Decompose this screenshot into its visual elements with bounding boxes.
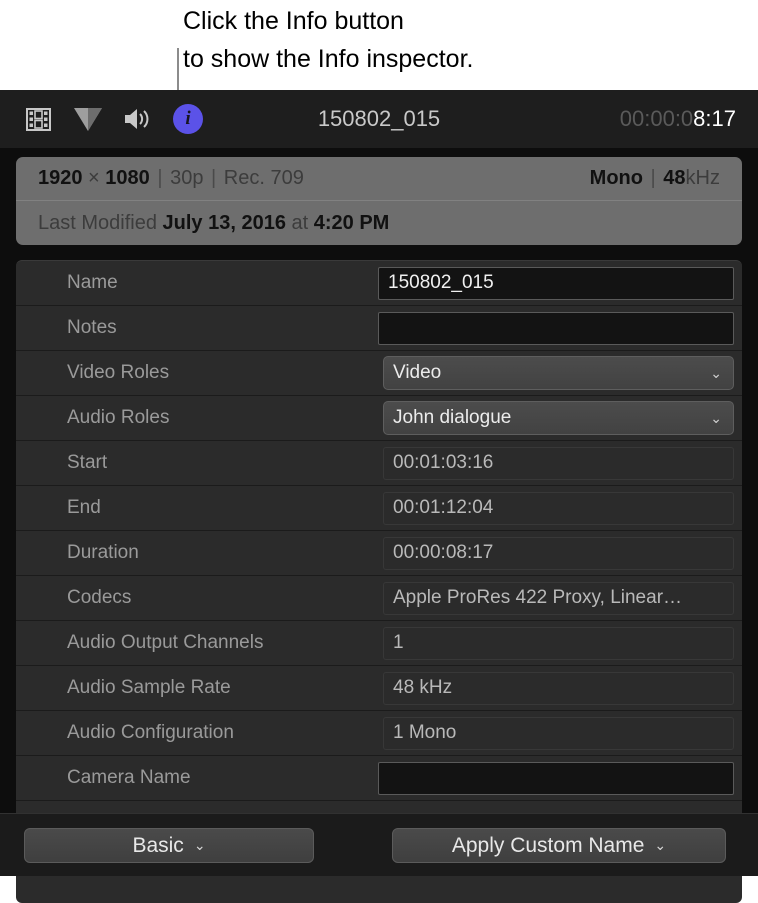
property-row-audio-roles: Audio Roles John dialogue ⌄ bbox=[16, 396, 742, 441]
audio-roles-dropdown[interactable]: John dialogue ⌄ bbox=[383, 401, 734, 435]
property-label: Start bbox=[16, 452, 370, 474]
property-label: Name bbox=[16, 272, 370, 294]
audio-format-summary: Mono | 48kHz bbox=[590, 167, 720, 190]
property-value: 1 bbox=[370, 627, 742, 660]
chevron-down-icon: ⌄ bbox=[194, 837, 206, 854]
format-separator-2: | bbox=[203, 167, 223, 189]
codecs-field[interactable]: Apple ProRes 422 Proxy, Linear… bbox=[383, 582, 734, 615]
name-input[interactable]: 150802_015 bbox=[378, 267, 734, 300]
last-modified-time: 4:20 PM bbox=[314, 212, 390, 234]
property-label: Video Roles bbox=[16, 362, 370, 384]
metadata-modified-row: Last Modified July 13, 2016 at 4:20 PM bbox=[16, 201, 742, 245]
notes-input[interactable] bbox=[378, 312, 734, 345]
property-value: 00:01:12:04 bbox=[370, 492, 742, 525]
property-value: 00:01:03:16 bbox=[370, 447, 742, 480]
property-label: End bbox=[16, 497, 370, 519]
property-value: 1 Mono bbox=[370, 717, 742, 750]
property-label: Audio Roles bbox=[16, 407, 370, 429]
sample-rate-number: 48 bbox=[663, 167, 685, 189]
property-value: 48 kHz bbox=[370, 672, 742, 705]
property-value: 150802_015 bbox=[370, 267, 742, 300]
property-row-name: Name 150802_015 bbox=[16, 261, 742, 306]
video-roles-selected-value: Video bbox=[393, 362, 441, 384]
property-label: Notes bbox=[16, 317, 370, 339]
sample-rate-unit: kHz bbox=[686, 167, 720, 189]
property-row-codecs: Codecs Apple ProRes 422 Proxy, Linear… bbox=[16, 576, 742, 621]
property-row-camera-name: Camera Name bbox=[16, 756, 742, 801]
chevron-down-icon: ⌄ bbox=[710, 365, 724, 382]
resolution-multiply: × bbox=[83, 167, 106, 189]
info-inspector-window: i 150802_015 00:00:08:17 1920 × 1080 | 3… bbox=[0, 90, 758, 876]
chevron-down-icon: ⌄ bbox=[710, 410, 724, 427]
camera-name-input[interactable] bbox=[378, 762, 734, 795]
duration-timecode-field[interactable]: 00:00:08:17 bbox=[383, 537, 734, 570]
property-value: Video ⌄ bbox=[370, 356, 742, 390]
property-value bbox=[370, 312, 742, 345]
inspector-bottom-bar: Basic ⌄ Apply Custom Name ⌄ bbox=[0, 813, 758, 876]
callout-line-2: to show the Info inspector. bbox=[183, 40, 473, 78]
last-modified-label: Last Modified bbox=[38, 212, 163, 234]
chevron-down-icon: ⌄ bbox=[654, 837, 666, 854]
property-row-audio-configuration: Audio Configuration 1 Mono bbox=[16, 711, 742, 756]
start-timecode-field[interactable]: 00:01:03:16 bbox=[383, 447, 734, 480]
info-property-list: Name 150802_015 Notes Video Roles Video … bbox=[16, 260, 742, 903]
property-value: 00:00:08:17 bbox=[370, 537, 742, 570]
clip-metadata-band: 1920 × 1080 | 30p | Rec. 709 Mono | 48kH… bbox=[16, 157, 742, 245]
property-label: Camera Name bbox=[16, 767, 370, 789]
audio-configuration-field[interactable]: 1 Mono bbox=[383, 717, 734, 750]
last-modified-at: at bbox=[286, 212, 314, 234]
property-label: Audio Output Channels bbox=[16, 632, 370, 654]
audio-channel-mode: Mono bbox=[590, 167, 643, 189]
inspector-toolbar: i 150802_015 00:00:08:17 bbox=[0, 90, 758, 148]
metadata-view-label: Basic bbox=[132, 834, 183, 858]
color-space: Rec. 709 bbox=[224, 167, 304, 189]
property-label: Codecs bbox=[16, 587, 370, 609]
last-modified-date: July 13, 2016 bbox=[163, 212, 286, 234]
apply-custom-name-button[interactable]: Apply Custom Name ⌄ bbox=[392, 828, 726, 863]
property-value: John dialogue ⌄ bbox=[370, 401, 742, 435]
resolution-width: 1920 bbox=[38, 167, 83, 189]
property-row-notes: Notes bbox=[16, 306, 742, 351]
property-value bbox=[370, 762, 742, 795]
callout-annotation: Click the Info button to show the Info i… bbox=[0, 0, 758, 90]
timecode-display[interactable]: 00:00:08:17 bbox=[620, 90, 736, 148]
property-row-audio-output-channels: Audio Output Channels 1 bbox=[16, 621, 742, 666]
property-label: Audio Configuration bbox=[16, 722, 370, 744]
end-timecode-field[interactable]: 00:01:12:04 bbox=[383, 492, 734, 525]
last-modified-summary: Last Modified July 13, 2016 at 4:20 PM bbox=[38, 212, 720, 235]
property-row-audio-sample-rate: Audio Sample Rate 48 kHz bbox=[16, 666, 742, 711]
audio-sample-rate-field[interactable]: 48 kHz bbox=[383, 672, 734, 705]
property-row-video-roles: Video Roles Video ⌄ bbox=[16, 351, 742, 396]
format-separator-1: | bbox=[150, 167, 170, 189]
timecode-leading-zeros: 00:00:0 bbox=[620, 106, 693, 131]
resolution-height: 1080 bbox=[105, 167, 150, 189]
timecode-value: 8:17 bbox=[693, 106, 736, 131]
property-value: Apple ProRes 422 Proxy, Linear… bbox=[370, 582, 742, 615]
audio-output-channels-field[interactable]: 1 bbox=[383, 627, 734, 660]
audio-roles-selected-value: John dialogue bbox=[393, 407, 511, 429]
metadata-view-button[interactable]: Basic ⌄ bbox=[24, 828, 314, 863]
format-separator-3: | bbox=[643, 167, 663, 189]
video-roles-dropdown[interactable]: Video ⌄ bbox=[383, 356, 734, 390]
video-format-summary: 1920 × 1080 | 30p | Rec. 709 bbox=[38, 167, 590, 190]
metadata-format-row: 1920 × 1080 | 30p | Rec. 709 Mono | 48kH… bbox=[16, 157, 742, 201]
apply-custom-name-label: Apply Custom Name bbox=[452, 834, 645, 858]
frame-rate: 30p bbox=[170, 167, 203, 189]
property-label: Audio Sample Rate bbox=[16, 677, 370, 699]
property-row-duration: Duration 00:00:08:17 bbox=[16, 531, 742, 576]
property-label: Duration bbox=[16, 542, 370, 564]
callout-line-1: Click the Info button bbox=[183, 2, 404, 40]
property-row-start: Start 00:01:03:16 bbox=[16, 441, 742, 486]
property-row-end: End 00:01:12:04 bbox=[16, 486, 742, 531]
